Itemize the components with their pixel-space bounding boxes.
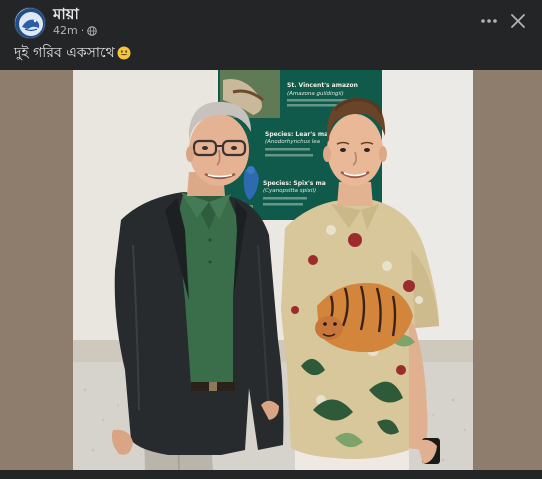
post-photo[interactable]: St. Vincent's amazon (Amazona guildingii… [73,70,473,470]
close-button[interactable] [505,8,531,34]
sign-title: St. Vincent's amazon [287,82,358,89]
post-caption: দুই গরিব একসাথে [14,44,131,62]
more-options-button[interactable] [476,8,502,34]
post-viewer: মায়া 42m · দুই গরিব একসাথে St. Vincent'… [0,0,542,479]
globe-icon [87,25,98,36]
smiling-face-emoji [117,46,131,60]
avatar[interactable] [14,7,46,39]
more-options-icon [481,19,497,23]
post-media[interactable]: St. Vincent's amazon (Amazona guildingii… [0,70,542,470]
close-icon [511,14,525,28]
sign-subtitle: (Amazona guildingii) [287,91,344,97]
caption-text: দুই গরিব একসাথে [14,45,115,61]
post-footer [0,470,542,479]
sign-species-2-sub: (Anodorhynchus lea [265,139,321,145]
post-header: মায়া 42m · [0,0,542,44]
post-time[interactable]: 42m [53,24,78,37]
post-meta: 42m · [53,24,98,37]
sign-species-3: Species: Spix's ma [263,180,326,187]
author-name[interactable]: মায়া [53,6,79,22]
sign-species-2: Species: Lear's ma [265,131,328,138]
avatar-image [15,8,45,38]
sign-species-3-sub: (Cyanopsitta spixii) [263,188,316,194]
